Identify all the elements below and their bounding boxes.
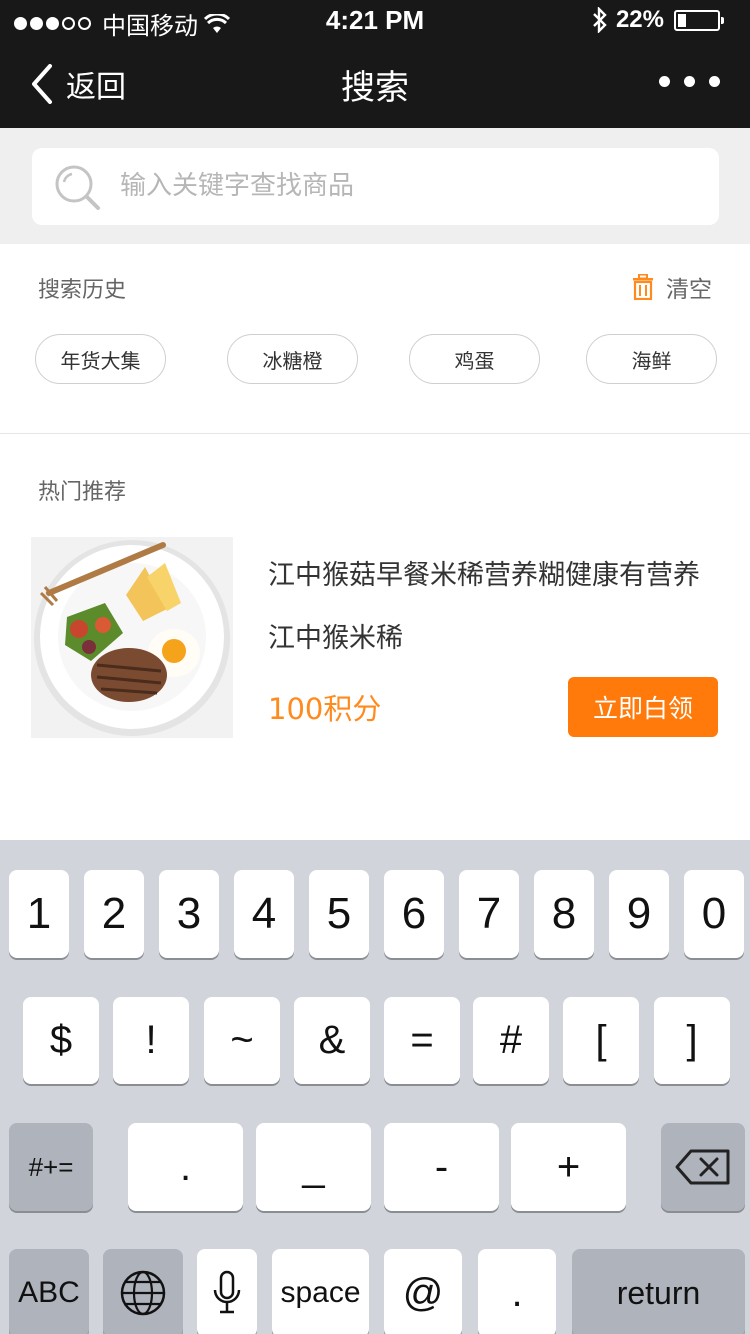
bluetooth-icon xyxy=(593,7,607,33)
search-area xyxy=(0,128,750,244)
key-space[interactable]: space xyxy=(272,1249,369,1334)
history-tag[interactable]: 年货大集 xyxy=(35,334,166,384)
search-box[interactable] xyxy=(32,148,719,225)
key-plus[interactable]: + xyxy=(511,1123,626,1211)
key-exclamation[interactable]: ! xyxy=(113,997,189,1084)
key-hyphen[interactable]: - xyxy=(384,1123,499,1211)
history-title: 搜索历史 xyxy=(38,278,127,303)
key-dollar[interactable]: $ xyxy=(23,997,99,1084)
key-ampersand[interactable]: & xyxy=(294,997,370,1084)
key-1[interactable]: 1 xyxy=(9,870,69,958)
search-input[interactable] xyxy=(120,164,680,208)
clear-label: 清空 xyxy=(666,277,712,303)
hot-title: 热门推荐 xyxy=(38,480,127,505)
key-3[interactable]: 3 xyxy=(159,870,219,958)
microphone-icon xyxy=(213,1270,241,1314)
status-right: 22% xyxy=(592,6,724,34)
history-tag[interactable]: 海鲜 xyxy=(586,334,717,384)
key-hash[interactable]: # xyxy=(473,997,549,1084)
backspace-icon xyxy=(675,1149,730,1185)
globe-key[interactable] xyxy=(103,1249,183,1334)
battery-percent: 22% xyxy=(615,6,664,33)
page-title: 搜索 xyxy=(341,68,409,108)
nav-bar: 返回 搜索 xyxy=(0,40,750,128)
product-price: 100积分 xyxy=(268,692,382,726)
key-9[interactable]: 9 xyxy=(609,870,669,958)
search-history-section: 搜索历史 清空 年货大集 冰糖橙 鸡蛋 海鲜 xyxy=(0,244,750,434)
key-dot[interactable]: . xyxy=(478,1249,556,1334)
key-underscore[interactable]: _ xyxy=(256,1123,371,1211)
key-left-bracket[interactable]: [ xyxy=(563,997,639,1084)
globe-icon xyxy=(120,1270,166,1316)
status-bar: 中国移动 4:21 PM 22% xyxy=(0,0,750,40)
claim-button[interactable]: 立即白领 xyxy=(568,677,718,737)
hot-recommend-section: 热门推荐 江中猴菇早餐米稀营养糊健康有营养江中猴米稀 100积分 立即白领 xyxy=(0,434,750,840)
key-equals[interactable]: = xyxy=(384,997,460,1084)
trash-icon xyxy=(633,274,653,300)
key-return[interactable]: return xyxy=(572,1249,745,1334)
key-0[interactable]: 0 xyxy=(684,870,744,958)
key-8[interactable]: 8 xyxy=(534,870,594,958)
key-period[interactable]: . xyxy=(128,1123,243,1211)
product-title[interactable]: 江中猴菇早餐米稀营养糊健康有营养江中猴米稀 xyxy=(268,544,708,670)
search-icon xyxy=(55,165,100,210)
more-icon[interactable] xyxy=(645,76,720,87)
key-abc[interactable]: ABC xyxy=(9,1249,89,1334)
key-at[interactable]: @ xyxy=(384,1249,462,1334)
key-right-bracket[interactable]: ] xyxy=(654,997,730,1084)
key-more-symbols[interactable]: #+= xyxy=(9,1123,93,1211)
microphone-key[interactable] xyxy=(197,1249,257,1334)
key-5[interactable]: 5 xyxy=(309,870,369,958)
key-7[interactable]: 7 xyxy=(459,870,519,958)
key-tilde[interactable]: ~ xyxy=(204,997,280,1084)
key-2[interactable]: 2 xyxy=(84,870,144,958)
clear-history-button[interactable]: 清空 xyxy=(632,270,712,304)
key-4[interactable]: 4 xyxy=(234,870,294,958)
backspace-key[interactable] xyxy=(661,1123,745,1211)
battery-icon xyxy=(674,9,724,31)
product-image[interactable] xyxy=(31,537,233,738)
history-tag[interactable]: 冰糖橙 xyxy=(227,334,358,384)
keyboard: 1 2 3 4 5 6 7 8 9 0 $ ! ~ & = # [ ] #+= … xyxy=(0,840,750,1334)
history-tag[interactable]: 鸡蛋 xyxy=(409,334,540,384)
key-6[interactable]: 6 xyxy=(384,870,444,958)
